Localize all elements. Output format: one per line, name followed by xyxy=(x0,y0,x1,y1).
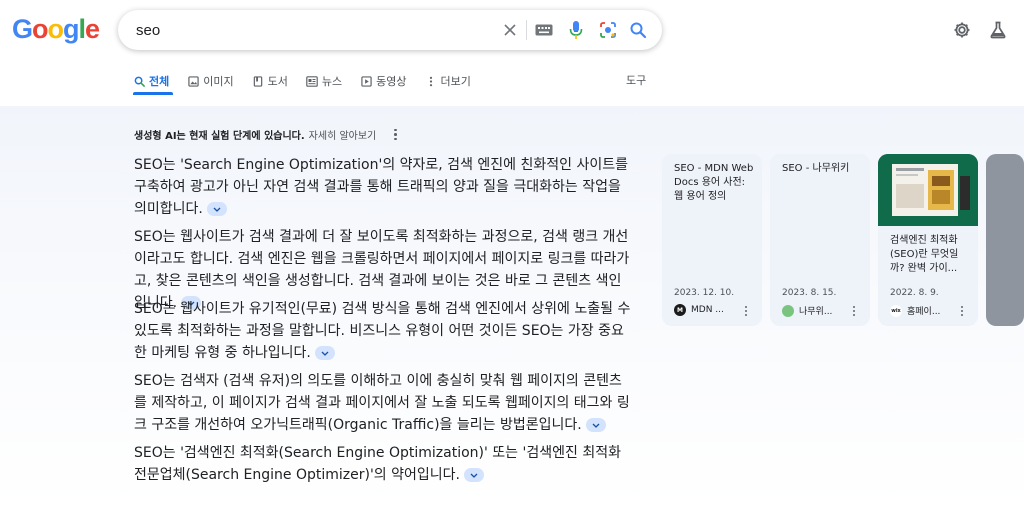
logo-letter: o xyxy=(32,14,48,44)
card-title: SEO - MDN Web Docs 용어 사전: 웹 용어 정의 xyxy=(674,163,754,202)
expand-chevron-icon[interactable] xyxy=(314,346,335,360)
card-source-name: 홈페이... xyxy=(907,307,941,317)
tab-5[interactable]: 더보기 xyxy=(425,70,471,92)
tab-label: 전체 xyxy=(149,75,170,88)
expand-chevron-icon[interactable] xyxy=(463,468,484,482)
card-more-icon[interactable] xyxy=(960,306,964,316)
sge-paragraph: SEO는 웹사이트가 유기적인(무료) 검색 방식을 통해 검색 엔진에서 상위… xyxy=(134,298,632,364)
card-more-icon[interactable] xyxy=(852,306,856,316)
sge-paragraph: SEO는 검색자 (검색 유저)의 의도를 이해하고 이에 충실히 맞춰 웹 페… xyxy=(134,370,632,436)
sge-notice-text: 생성형 AI는 현재 실험 단계에 있습니다. xyxy=(134,131,305,142)
labs-flask-icon[interactable] xyxy=(986,18,1010,42)
source-card[interactable]: SEO - 나무위키 2023. 8. 15. 나무위... xyxy=(770,154,870,326)
expand-chevron-icon[interactable] xyxy=(206,202,227,216)
source-card-partial[interactable] xyxy=(986,154,1024,326)
card-date: 2023. 12. 10. xyxy=(674,288,735,298)
card-thumbnail-image xyxy=(878,154,978,226)
wix-favicon-icon: wix xyxy=(890,304,902,317)
expand-chevron-icon[interactable] xyxy=(585,418,606,432)
search-divider xyxy=(526,20,527,40)
card-title: 검색엔진 최적화(SEO)란 무엇일까? 완벽 가이... xyxy=(890,235,959,274)
card-more-icon[interactable] xyxy=(744,306,748,316)
logo-letter: o xyxy=(47,14,64,44)
card-source: wix 홈페이... xyxy=(890,304,940,317)
more-vert-icon xyxy=(425,75,437,87)
keyboard-icon[interactable] xyxy=(532,18,556,42)
card-source: 나무위... xyxy=(782,304,832,317)
tab-label: 더보기 xyxy=(440,75,471,88)
search-box xyxy=(118,10,662,50)
tab-label: 동영상 xyxy=(376,75,407,88)
sge-notice: 생성형 AI는 현재 실험 단계에 있습니다. 자세히 알아보기 xyxy=(134,127,400,142)
card-date: 2023. 8. 15. xyxy=(782,288,837,298)
sge-paragraph: SEO는 '검색엔진 최적화(Search Engine Optimizatio… xyxy=(134,442,632,486)
news-icon xyxy=(306,75,318,87)
logo-letter: e xyxy=(85,14,100,44)
tab-4[interactable]: 동영상 xyxy=(360,70,407,92)
google-logo[interactable]: Google xyxy=(12,14,100,45)
card-source-name: MDN ... xyxy=(691,305,724,315)
card-source-name: 나무위... xyxy=(799,307,833,317)
tab-2[interactable]: 도서 xyxy=(252,70,288,92)
tab-label: 이미지 xyxy=(203,75,234,88)
tools-button[interactable]: 도구 xyxy=(626,70,646,92)
learn-more-link[interactable]: 자세히 알아보기 xyxy=(309,127,377,142)
sge-paragraph: SEO는 'Search Engine Optimization'의 약자로, … xyxy=(134,154,632,220)
tab-0[interactable]: 전체 xyxy=(133,70,169,92)
logo-letter: g xyxy=(63,14,79,44)
tab-label: 뉴스 xyxy=(321,75,343,88)
more-options-icon[interactable] xyxy=(390,128,400,142)
tab-label: 도서 xyxy=(267,75,288,88)
search-input[interactable] xyxy=(136,10,496,50)
active-tab-indicator xyxy=(133,92,173,95)
image-icon xyxy=(187,75,199,87)
video-icon xyxy=(360,75,372,87)
namuwiki-favicon-icon xyxy=(782,304,794,317)
card-source: M MDN ... xyxy=(674,304,724,316)
settings-gear-icon[interactable] xyxy=(950,18,974,42)
card-date: 2022. 8. 9. xyxy=(890,288,939,298)
sge-paragraph-text: SEO는 검색자 (검색 유저)의 의도를 이해하고 이에 충실히 맞춰 웹 페… xyxy=(134,373,630,433)
search-icon[interactable] xyxy=(626,18,650,42)
microphone-icon[interactable] xyxy=(564,18,588,42)
mdn-favicon-icon: M xyxy=(674,304,686,316)
sge-paragraph-text: SEO는 웹사이트가 유기적인(무료) 검색 방식을 통해 검색 엔진에서 상위… xyxy=(134,301,631,361)
tab-1[interactable]: 이미지 xyxy=(187,70,234,92)
logo-letter: G xyxy=(12,14,33,44)
search-tabs: 전체 이미지 도서 뉴스 동영상 더보기 xyxy=(133,70,489,92)
book-icon xyxy=(252,75,264,87)
sge-paragraph-text: SEO는 '검색엔진 최적화(Search Engine Optimizatio… xyxy=(134,445,621,483)
source-card[interactable]: SEO - MDN Web Docs 용어 사전: 웹 용어 정의 2023. … xyxy=(662,154,762,326)
search-icon xyxy=(133,75,145,87)
clear-icon[interactable] xyxy=(498,18,522,42)
camera-lens-icon[interactable] xyxy=(596,18,620,42)
tab-3[interactable]: 뉴스 xyxy=(306,70,342,92)
source-card[interactable]: 검색엔진 최적화(SEO)란 무엇일까? 완벽 가이... 2022. 8. 9… xyxy=(878,154,978,326)
card-title: SEO - 나무위키 xyxy=(782,163,850,174)
